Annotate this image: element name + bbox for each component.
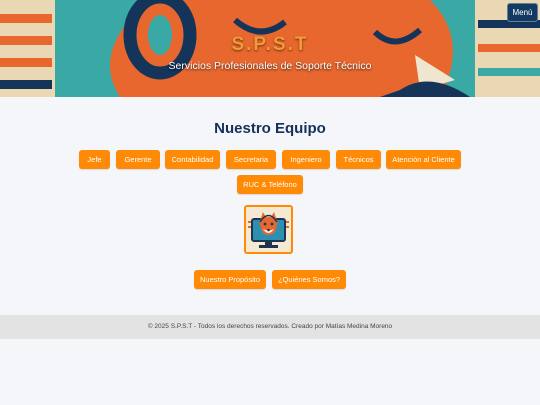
site-subtitle: Servicios Profesionales de Soporte Técni…	[168, 60, 372, 72]
team-button-contabilidad[interactable]: Contabilidad	[165, 150, 220, 169]
team-button-jefe[interactable]: Jefe	[79, 150, 110, 169]
hero-banner: S.P.S.T Servicios Profesionales de Sopor…	[0, 0, 540, 97]
fox-support-image	[244, 205, 293, 254]
team-button-ruc-telefono[interactable]: RUC & Teléfono	[237, 175, 303, 194]
link-quienes-somos[interactable]: ¿Quiénes Somos?	[272, 270, 346, 289]
team-heading: Nuestro Equipo	[214, 120, 326, 137]
site-title: S.P.S.T	[231, 34, 309, 55]
team-button-secretaria[interactable]: Secretaria	[226, 150, 276, 169]
team-button-ingeniero[interactable]: Ingeniero	[282, 150, 330, 169]
footer-copyright: © 2025 S.P.S.T - Todos los derechos rese…	[147, 323, 393, 330]
fox-technician-icon	[246, 207, 291, 252]
link-nuestro-proposito[interactable]: Nuestro Propósito	[194, 270, 266, 289]
team-button-atencion-cliente[interactable]: Atención al Cliente	[386, 150, 461, 169]
footer: © 2025 S.P.S.T - Todos los derechos rese…	[0, 315, 540, 339]
menu-button[interactable]: Menú	[507, 3, 538, 22]
team-button-tecnicos[interactable]: Técnicos	[336, 150, 381, 169]
team-button-gerente[interactable]: Gerente	[116, 150, 160, 169]
